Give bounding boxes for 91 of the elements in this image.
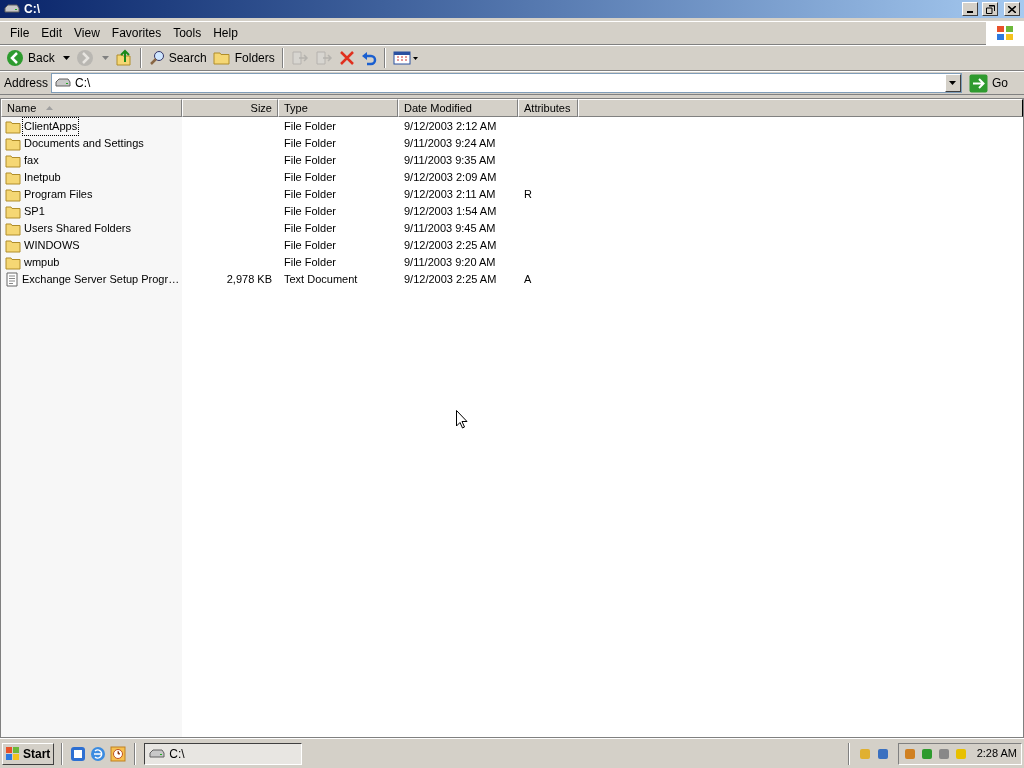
file-type: File Folder <box>284 255 336 271</box>
delete-icon <box>338 50 355 66</box>
date-modified: 9/12/2003 2:12 AM <box>404 119 497 135</box>
undo-icon <box>360 50 377 66</box>
folder-icon <box>5 119 21 134</box>
date-modified: 9/11/2003 9:24 AM <box>404 136 496 152</box>
file-name[interactable]: SP1 <box>23 203 46 220</box>
minimize-icon <box>967 11 973 13</box>
file-type: File Folder <box>284 170 336 186</box>
file-name[interactable]: ClientApps <box>23 118 79 135</box>
start-button[interactable]: Start <box>2 742 55 765</box>
date-modified: 9/12/2003 1:54 AM <box>404 204 497 220</box>
file-type: File Folder <box>284 221 336 237</box>
restore-button[interactable] <box>982 2 998 16</box>
column-header[interactable]: Size <box>182 99 278 117</box>
views-icon <box>392 50 419 66</box>
date-modified: 9/12/2003 2:09 AM <box>404 170 497 186</box>
file-name[interactable]: Exchange Server Setup Progr… <box>21 271 181 288</box>
menu-item[interactable]: File <box>4 24 36 42</box>
file-attributes: R <box>524 187 532 203</box>
menu-item[interactable]: Help <box>207 24 244 42</box>
column-header[interactable]: Date Modified <box>398 99 518 117</box>
dropdown-arrow-icon <box>949 81 957 85</box>
back-button[interactable]: Back <box>4 47 72 69</box>
file-attributes: A <box>524 272 532 288</box>
date-modified: 9/12/2003 2:11 AM <box>404 187 496 203</box>
move-to-icon <box>290 50 309 66</box>
search-icon <box>148 50 165 66</box>
file-name[interactable]: Users Shared Folders <box>23 220 132 237</box>
folder-icon <box>212 50 231 66</box>
minimize-button[interactable] <box>962 2 978 16</box>
file-type: Text Document <box>284 272 358 288</box>
folder-icon <box>5 153 21 168</box>
folder-icon <box>5 255 21 270</box>
file-type: File Folder <box>284 119 336 135</box>
column-header[interactable]: Attributes <box>518 99 578 117</box>
search-button[interactable]: Search <box>146 47 209 69</box>
file-type: File Folder <box>284 187 336 203</box>
file-name[interactable]: Program Files <box>23 186 94 203</box>
windows-logo-icon <box>6 747 20 760</box>
dropdown-arrow-icon <box>62 56 70 60</box>
date-modified: 9/11/2003 9:20 AM <box>404 255 496 271</box>
folders-button[interactable]: Folders <box>210 47 277 69</box>
copy-to-icon <box>314 50 333 66</box>
mouse-cursor-icon <box>456 410 468 429</box>
address-field[interactable]: C:\ <box>51 73 962 93</box>
window-title: C:\ <box>24 1 40 18</box>
folder-icon <box>5 238 21 253</box>
file-type: File Folder <box>284 136 336 152</box>
folder-icon <box>5 221 21 236</box>
document-icon <box>5 272 19 287</box>
drive-icon <box>55 78 72 88</box>
browser-icon[interactable] <box>90 745 107 762</box>
dropdown-arrow-icon <box>101 56 109 60</box>
folder-icon <box>5 204 21 219</box>
date-modified: 9/12/2003 2:25 AM <box>404 238 497 254</box>
file-type: File Folder <box>284 238 336 254</box>
column-header[interactable]: Type <box>278 99 398 117</box>
file-type: File Folder <box>284 153 336 169</box>
menu-item[interactable]: Tools <box>167 24 208 42</box>
file-name[interactable]: Documents and Settings <box>23 135 145 152</box>
file-type: File Folder <box>284 204 336 220</box>
app-icon[interactable] <box>70 745 87 762</box>
drive-icon <box>4 4 20 14</box>
clock-icon[interactable] <box>110 745 127 762</box>
address-dropdown-button[interactable] <box>945 74 961 92</box>
column-header[interactable]: Name <box>1 99 182 117</box>
date-modified: 9/11/2003 9:35 AM <box>404 153 496 169</box>
file-name[interactable]: Inetpub <box>23 169 62 186</box>
date-modified: 9/11/2003 9:45 AM <box>404 221 496 237</box>
menu-item[interactable]: Edit <box>35 24 69 42</box>
close-button[interactable] <box>1004 2 1020 16</box>
close-icon <box>1008 5 1016 13</box>
go-button[interactable]: Go <box>967 73 1010 93</box>
address-label: Address <box>4 75 49 92</box>
file-name[interactable]: fax <box>23 152 40 169</box>
file-size: 2,978 KB <box>226 272 272 288</box>
date-modified: 9/12/2003 2:25 AM <box>404 272 497 288</box>
drive-icon <box>149 748 166 759</box>
taskbar-task[interactable]: C:\ <box>144 742 303 765</box>
menu-item[interactable]: View <box>68 24 106 42</box>
restore-icon <box>985 4 995 14</box>
file-name[interactable]: wmpub <box>23 254 61 271</box>
clock-time: 2:28 AM <box>976 746 1017 762</box>
folder-icon <box>5 170 21 185</box>
menu-item[interactable]: Favorites <box>105 24 168 42</box>
file-name[interactable]: WINDOWS <box>23 237 81 254</box>
folder-icon <box>5 136 21 151</box>
sort-arrow-icon <box>46 106 54 110</box>
folder-up-icon <box>114 49 133 67</box>
folder-icon <box>5 187 21 202</box>
